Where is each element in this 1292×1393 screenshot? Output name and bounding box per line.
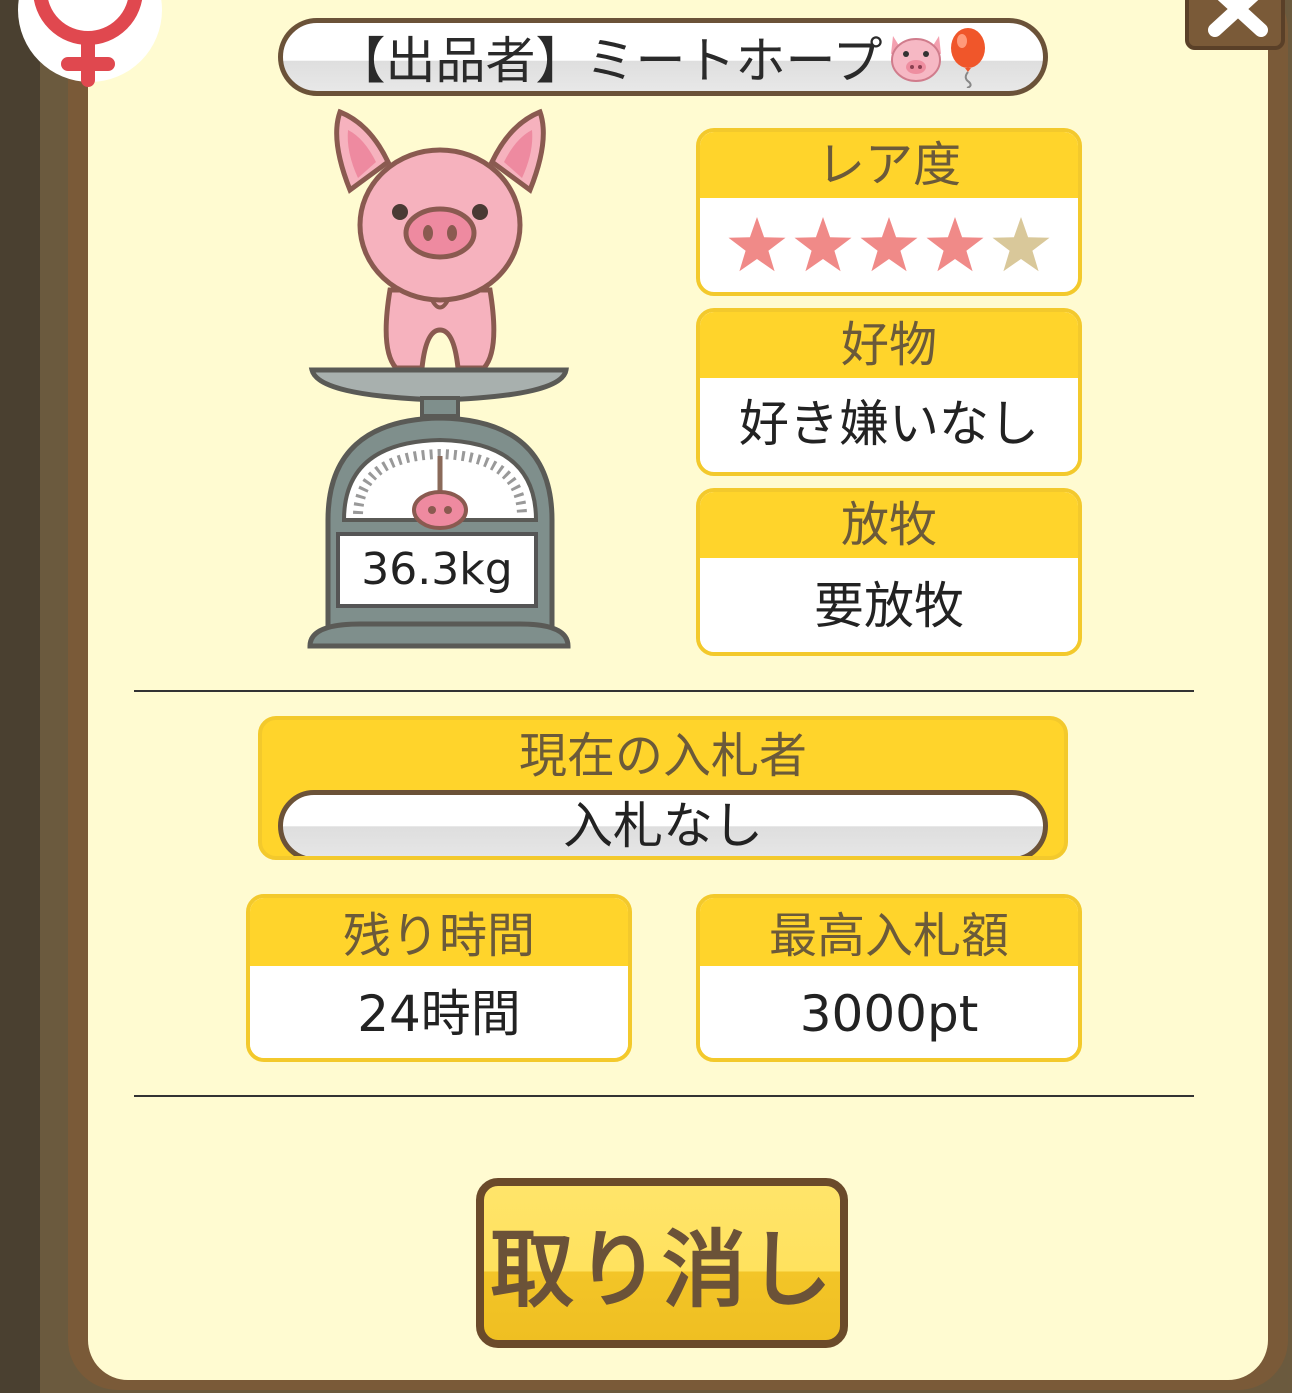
divider-bottom [134,1095,1194,1097]
current-bidder-value: 入札なし [278,790,1048,856]
grazing-value: 要放牧 [700,558,1078,652]
weight-readout: 36.3kg [336,532,538,608]
seller-name: 【出品者】ミートホープ [335,32,883,90]
star-filled-icon [926,217,984,272]
remaining-time-label: 残り時間 [250,898,628,966]
remaining-time-box: 残り時間 24時間 [246,894,632,1062]
star-filled-icon [794,217,852,272]
favorite-label: 好物 [700,312,1078,378]
cancel-button[interactable]: 取り消し [476,1178,848,1348]
remaining-time-value: 24時間 [250,966,628,1058]
close-icon [1208,0,1268,37]
current-bidder-label: 現在の入札者 [518,728,807,784]
top-bid-value: 3000pt [700,966,1078,1058]
female-symbol-icon [18,0,162,87]
star-filled-icon [728,217,786,272]
top-bid-box: 最高入札額 3000pt [696,894,1082,1062]
rarity-stars [700,198,1078,276]
rarity-label: レア度 [700,132,1078,198]
background-left [0,0,40,1393]
close-button[interactable] [1185,0,1285,50]
rarity-box: レア度 [696,128,1082,296]
seller-name-pill: 【出品者】ミートホープ [278,18,1048,96]
grazing-box: 放牧 要放牧 [696,488,1082,656]
star-empty-icon [992,217,1050,272]
cancel-button-label: 取り消し [489,1220,834,1319]
star-filled-icon [860,217,918,272]
current-bidder-box: 現在の入札者 入札なし [258,716,1068,860]
favorite-box: 好物 好き嫌いなし [696,308,1082,476]
pig-face-icon [890,36,941,82]
top-bid-label: 最高入札額 [700,898,1078,966]
favorite-value: 好き嫌いなし [700,378,1078,470]
grazing-label: 放牧 [700,492,1078,558]
balloon-icon [950,28,985,88]
divider-top [134,690,1194,692]
